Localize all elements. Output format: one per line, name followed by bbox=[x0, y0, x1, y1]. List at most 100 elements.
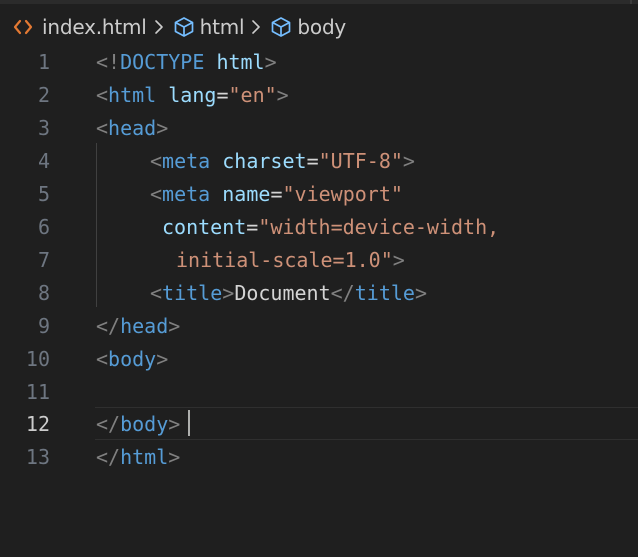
line-number: 8 bbox=[37, 281, 50, 305]
chevron-right-icon bbox=[154, 20, 163, 34]
token-string: "width=device-width, bbox=[258, 215, 500, 239]
token-attribute: charset bbox=[222, 149, 307, 173]
token-equals: = bbox=[216, 83, 229, 107]
editor-tab-strip-edge bbox=[0, 0, 638, 4]
token-punctuation: < bbox=[150, 281, 163, 305]
token-tag: html bbox=[108, 83, 157, 107]
token-punctuation: > bbox=[168, 412, 181, 436]
token-punctuation: < bbox=[150, 149, 163, 173]
token-punctuation: </ bbox=[96, 412, 121, 436]
code-text[interactable]: </html> bbox=[96, 445, 180, 469]
code-text[interactable]: <body> bbox=[96, 347, 168, 371]
token-punctuation: > bbox=[156, 347, 169, 371]
token-attribute: lang bbox=[168, 83, 217, 107]
line-number: 7 bbox=[37, 248, 50, 272]
code-line[interactable]: 9 </head> bbox=[0, 309, 638, 342]
line-number: 3 bbox=[37, 116, 50, 140]
code-line[interactable]: 1 <!DOCTYPE html> bbox=[0, 45, 638, 78]
token-punctuation: > bbox=[402, 149, 415, 173]
code-line[interactable]: 5 <meta name="viewport" bbox=[0, 177, 638, 210]
code-line[interactable]: 3 <head> bbox=[0, 111, 638, 144]
text-cursor bbox=[188, 410, 190, 436]
token-punctuation: > bbox=[392, 248, 405, 272]
token-punctuation: </ bbox=[330, 281, 355, 305]
code-text[interactable]: <meta name="viewport" bbox=[150, 182, 403, 206]
token-punctuation: > bbox=[222, 281, 235, 305]
token-punctuation: </ bbox=[96, 314, 121, 338]
line-number: 5 bbox=[37, 182, 50, 206]
code-line[interactable]: 11 bbox=[0, 375, 638, 408]
token-string: initial-scale=1.0" bbox=[176, 248, 393, 272]
token-punctuation: > bbox=[264, 50, 277, 74]
line-number: 4 bbox=[37, 149, 50, 173]
code-text[interactable]: initial-scale=1.0"> bbox=[176, 248, 405, 272]
chevron-right-icon bbox=[252, 20, 261, 34]
line-number: 10 bbox=[25, 347, 50, 371]
token-string: "en" bbox=[228, 83, 277, 107]
token-string: "viewport" bbox=[282, 182, 403, 206]
code-line[interactable]: 2 <html lang="en"> bbox=[0, 78, 638, 111]
token-tag: title bbox=[354, 281, 415, 305]
token-attribute: name bbox=[222, 182, 271, 206]
element-cube-icon bbox=[272, 17, 291, 37]
code-text[interactable]: <!DOCTYPE html> bbox=[96, 50, 277, 74]
code-text[interactable]: <head> bbox=[96, 116, 168, 140]
code-line[interactable]: 4 <meta charset="UTF-8"> bbox=[0, 144, 638, 177]
breadcrumb-item-body[interactable]: body bbox=[270, 15, 346, 39]
breadcrumb: index.html html body bbox=[12, 12, 346, 42]
token-equals: = bbox=[306, 149, 319, 173]
line-number: 6 bbox=[37, 215, 50, 239]
token-punctuation: > bbox=[276, 83, 289, 107]
line-number: 1 bbox=[37, 50, 50, 74]
code-text[interactable]: content="width=device-width, bbox=[162, 215, 499, 239]
token-punctuation: > bbox=[168, 314, 181, 338]
token-tag: meta bbox=[162, 149, 211, 173]
code-line[interactable]: 6 content="width=device-width, bbox=[0, 210, 638, 243]
code-text[interactable]: </body> bbox=[96, 412, 180, 436]
html-file-icon bbox=[13, 19, 33, 35]
token-punctuation: </ bbox=[96, 445, 121, 469]
line-number: 13 bbox=[25, 445, 50, 469]
code-text[interactable]: <meta charset="UTF-8"> bbox=[150, 149, 415, 173]
token-tag: meta bbox=[162, 182, 211, 206]
code-line[interactable]: 8 <title>Document</title> bbox=[0, 276, 638, 309]
breadcrumb-file-label: index.html bbox=[42, 15, 147, 39]
code-text[interactable]: <title>Document</title> bbox=[150, 281, 427, 305]
line-number: 11 bbox=[25, 380, 50, 404]
breadcrumb-item-label: html bbox=[199, 15, 245, 39]
breadcrumb-file[interactable]: index.html bbox=[12, 15, 147, 39]
code-text[interactable]: <html lang="en"> bbox=[96, 83, 289, 107]
token-tag: body bbox=[120, 412, 169, 436]
token-equals: = bbox=[246, 215, 259, 239]
token-punctuation: < bbox=[150, 182, 163, 206]
line-number: 2 bbox=[37, 83, 50, 107]
token-tag: head bbox=[120, 314, 169, 338]
token-punctuation: < bbox=[96, 347, 109, 371]
token-tag: head bbox=[108, 116, 157, 140]
breadcrumb-item-html[interactable]: html bbox=[173, 15, 245, 39]
token-punctuation: > bbox=[414, 281, 427, 305]
code-line[interactable]: 13 </html> bbox=[0, 440, 638, 473]
code-line[interactable]: 7 initial-scale=1.0"> bbox=[0, 243, 638, 276]
token-text: Document bbox=[234, 281, 331, 305]
token-attribute: content bbox=[162, 215, 247, 239]
element-cube-icon bbox=[174, 17, 193, 37]
code-line[interactable]: 10 <body> bbox=[0, 342, 638, 375]
token-keyword: DOCTYPE bbox=[120, 50, 205, 74]
token-string: "UTF-8" bbox=[318, 149, 403, 173]
code-editor[interactable]: index.html html body 1 <!DOCTYPE html> 2… bbox=[0, 0, 638, 557]
line-number-active: 12 bbox=[25, 412, 50, 436]
token-punctuation: > bbox=[168, 445, 181, 469]
code-text[interactable]: </head> bbox=[96, 314, 180, 338]
token-punctuation: < bbox=[96, 116, 109, 140]
code-line-current[interactable]: 12 </body> bbox=[0, 407, 638, 440]
token-equals: = bbox=[270, 182, 283, 206]
token-tag: body bbox=[108, 347, 157, 371]
token-punctuation: > bbox=[156, 116, 169, 140]
token-attribute: html bbox=[216, 50, 265, 74]
breadcrumb-item-label: body bbox=[297, 15, 347, 39]
token-punctuation: <! bbox=[96, 50, 121, 74]
